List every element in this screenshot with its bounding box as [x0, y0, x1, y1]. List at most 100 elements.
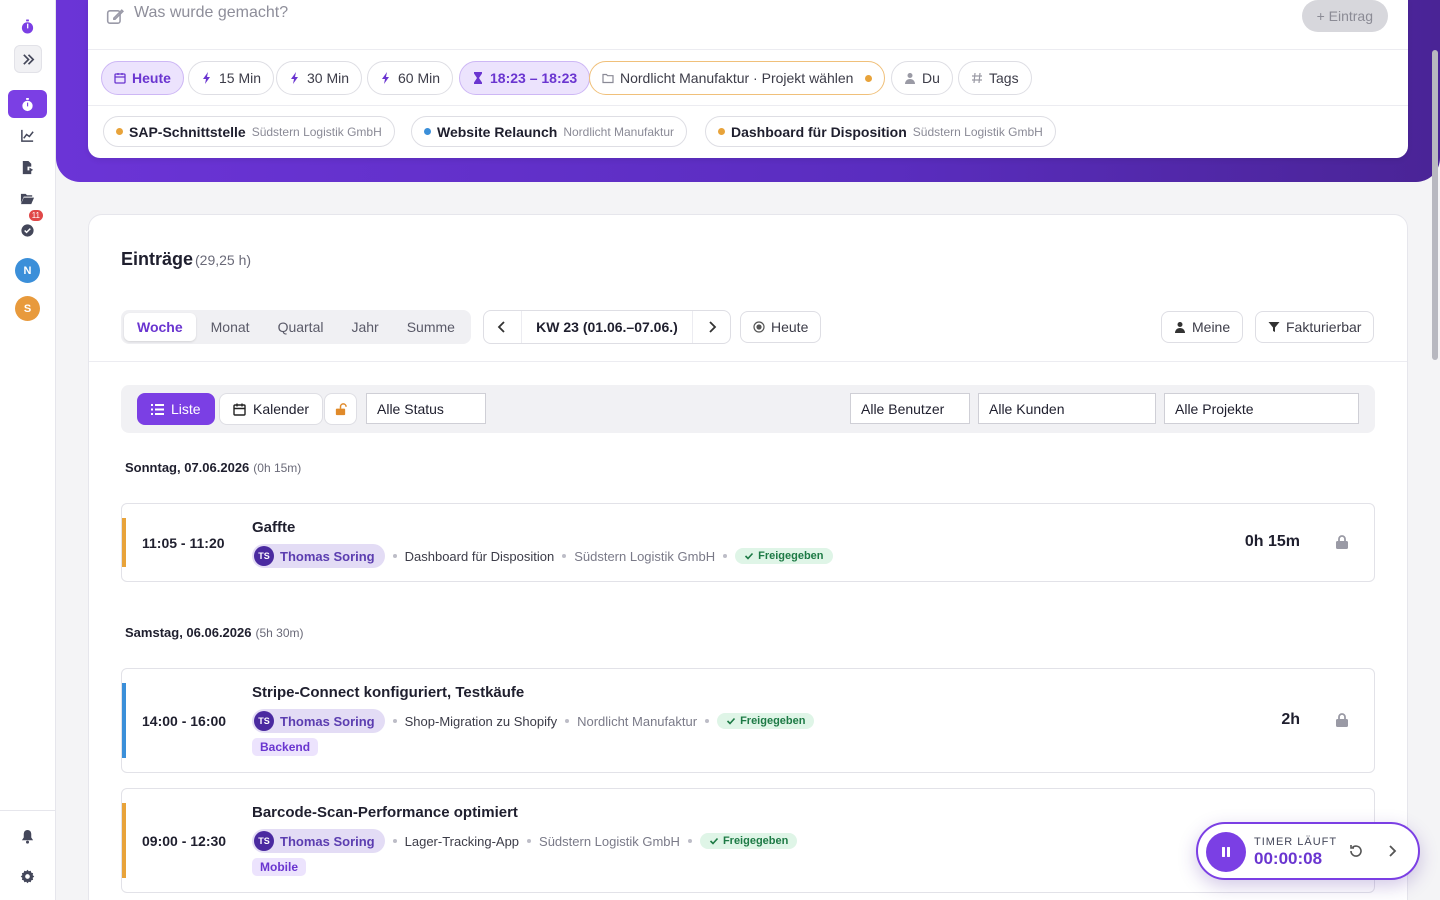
page-title: Einträge — [121, 249, 194, 269]
tab-month[interactable]: Monat — [198, 313, 263, 341]
sidebar-item-projects[interactable] — [8, 184, 47, 212]
chevron-right-icon[interactable] — [1384, 843, 1400, 859]
chip-user-label: Du — [922, 70, 940, 86]
sidebar-item-approvals[interactable]: 11 — [8, 210, 47, 244]
today-button-label: Heute — [771, 319, 809, 335]
project-color-bar — [122, 518, 126, 567]
lightning-icon — [203, 72, 210, 84]
lock-icon[interactable] — [1334, 712, 1350, 728]
next-week-button[interactable] — [694, 311, 730, 343]
recent-project-chip[interactable]: Dashboard für Disposition Südstern Logis… — [705, 116, 1056, 147]
chip-time-range[interactable]: 18:23 – 18:23 — [459, 61, 591, 95]
hourglass-icon — [474, 72, 482, 84]
lock-toggle-button[interactable] — [324, 393, 357, 425]
chip-project-select[interactable]: Nordlicht Manufaktur · Projekt wählen — [589, 61, 886, 95]
notification-badge: 11 — [28, 210, 43, 221]
status-badge: Freigegeben — [699, 833, 798, 849]
separator-dot — [565, 719, 570, 723]
recent-project-name: Dashboard für Disposition — [731, 123, 907, 140]
sidebar-item-invoices[interactable] — [8, 153, 47, 181]
billable-filter-button[interactable]: Fakturierbar — [1255, 311, 1375, 343]
week-label: KW 23 (01.06.–07.06.) — [521, 311, 693, 343]
day-sum: (0h 15m) — [253, 461, 302, 475]
page-scrollbar[interactable] — [1432, 50, 1438, 360]
expand-sidebar-icon[interactable] — [14, 45, 42, 73]
bell-icon[interactable] — [8, 822, 47, 850]
chip-user[interactable]: Du — [891, 61, 953, 95]
billable-filter-label: Fakturierbar — [1286, 319, 1362, 335]
users-select[interactable]: Alle Benutzer — [850, 393, 970, 424]
entry-tag: Backend — [252, 738, 319, 756]
status-label: Freigegeben — [758, 550, 824, 562]
lightning-icon — [291, 72, 298, 84]
pause-timer-button[interactable] — [1206, 832, 1246, 872]
period-tabs: Woche Monat Quartal Jahr Summe — [121, 310, 471, 344]
project-color-bar — [122, 683, 126, 758]
separator-dot — [687, 839, 692, 843]
entry-duration: 2h — [1281, 711, 1300, 728]
recent-project-client: Nordlicht Manufaktur — [563, 124, 675, 139]
status-select[interactable]: Alle Status — [366, 393, 486, 424]
chip-60-min[interactable]: 60 Min — [367, 61, 454, 95]
lock-icon[interactable] — [1334, 534, 1350, 550]
entry-time: 14:00 - 16:00 — [142, 713, 227, 729]
user-pill: TS Thomas Soring — [252, 829, 385, 853]
running-timer-widget: TIMER LÄUFT 00:00:08 — [1196, 822, 1420, 880]
calendar-view-button[interactable]: Kalender — [219, 393, 324, 425]
quick-options-row: Heute 15 Min 30 Min 60 Min 18:23 – 18:23… — [88, 50, 1408, 106]
chip-30-min-label: 30 Min — [307, 70, 350, 86]
mine-filter-label: Meine — [1192, 319, 1231, 335]
entry-time: 09:00 - 12:30 — [142, 833, 227, 849]
check-icon — [745, 552, 754, 560]
check-circle-icon — [21, 223, 34, 237]
reset-icon[interactable] — [1348, 843, 1364, 859]
chip-15-min-label: 15 Min — [219, 70, 262, 86]
project-color-dot — [116, 128, 123, 135]
check-icon — [726, 717, 736, 725]
entry-description: Gaffte — [252, 519, 296, 536]
clients-select[interactable]: Alle Kunden — [978, 393, 1156, 424]
avatar-s[interactable]: S — [15, 296, 40, 321]
add-entry-button[interactable]: + Eintrag — [1301, 0, 1388, 32]
today-button[interactable]: Heute — [740, 311, 822, 343]
divider — [89, 361, 1407, 362]
chip-15-min[interactable]: 15 Min — [188, 61, 275, 95]
gear-icon[interactable] — [8, 862, 47, 890]
entry-project: Dashboard für Disposition — [404, 548, 555, 564]
chevron-left-icon — [497, 321, 505, 333]
folder-icon — [602, 73, 614, 84]
sidebar-item-reports[interactable] — [8, 121, 47, 149]
separator-dot — [392, 719, 397, 723]
projects-select[interactable]: Alle Projekte — [1164, 393, 1359, 424]
tab-week[interactable]: Woche — [124, 313, 196, 341]
user-icon — [1175, 322, 1185, 333]
avatar: TS — [254, 711, 274, 731]
avatar-n[interactable]: N — [15, 258, 40, 283]
description-input[interactable] — [134, 4, 1234, 22]
chip-30-min[interactable]: 30 Min — [276, 61, 363, 95]
entry-project: Shop-Migration zu Shopify — [404, 713, 558, 729]
user-name: Thomas Soring — [280, 713, 375, 729]
entry-time: 11:05 - 11:20 — [142, 535, 225, 551]
sidebar-item-timer[interactable] — [8, 90, 47, 118]
chip-time-range-label: 18:23 – 18:23 — [490, 70, 578, 86]
chip-today[interactable]: Heute — [101, 61, 184, 95]
recent-project-chip[interactable]: Website Relaunch Nordlicht Manufaktur — [411, 116, 688, 147]
day-header: Samstag, 06.06.2026 (5h 30m) — [125, 625, 304, 640]
list-view-button[interactable]: Liste — [137, 393, 215, 425]
tab-sum[interactable]: Summe — [394, 313, 468, 341]
recent-project-chip[interactable]: SAP-Schnittstelle Südstern Logistik GmbH — [103, 116, 395, 147]
time-entry[interactable]: 11:05 - 11:20 Gaffte TS Thomas Soring Das… — [121, 503, 1375, 582]
time-entry[interactable]: 09:00 - 12:30 Barcode-Scan-Performance o… — [121, 788, 1375, 893]
stopwatch-logo-icon[interactable] — [8, 12, 47, 40]
tab-year[interactable]: Jahr — [338, 313, 391, 341]
time-entry[interactable]: 14:00 - 16:00 Stripe-Connect konfigurier… — [121, 668, 1375, 773]
chip-tags[interactable]: Tags — [958, 61, 1032, 95]
mine-filter-button[interactable]: Meine — [1161, 311, 1244, 343]
previous-week-button[interactable] — [484, 311, 520, 343]
pause-icon — [1222, 847, 1230, 857]
status-label: Freigegeben — [740, 715, 806, 727]
tab-quarter[interactable]: Quartal — [265, 313, 337, 341]
separator-dot — [392, 554, 397, 558]
hash-icon — [972, 72, 982, 84]
